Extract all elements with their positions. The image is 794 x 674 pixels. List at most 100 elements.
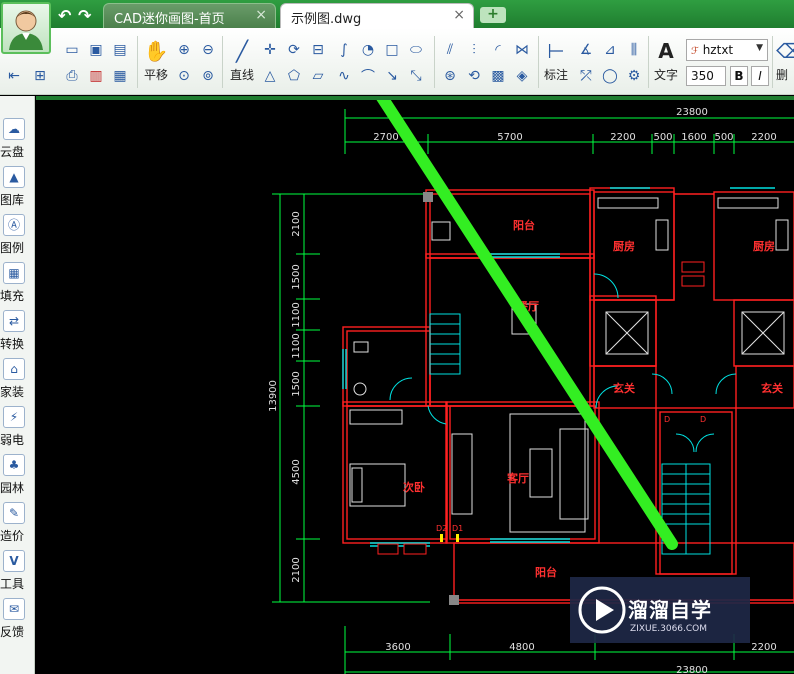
pan-button[interactable]: ✋ 平移	[140, 36, 172, 83]
dim-left-3: 1100	[291, 302, 302, 327]
trim-icon[interactable]: ⫶	[464, 40, 484, 60]
export-icon[interactable]: ▦	[110, 66, 130, 86]
doors	[389, 273, 737, 453]
arrow-line-icon[interactable]: ↘	[382, 66, 402, 86]
sidebar-item-library[interactable]: ▲ 图库	[0, 164, 35, 212]
zoom-out-icon[interactable]: ⊖	[198, 40, 218, 60]
sidebar-item-cloud[interactable]: ☁ 云盘	[0, 116, 35, 164]
import-icon[interactable]: ⊞	[30, 66, 50, 86]
rotate-icon[interactable]: ⟲	[464, 66, 484, 86]
toolbar-separator	[222, 36, 223, 88]
sidebar-item-low-voltage[interactable]: ⚡ 弱电	[0, 404, 35, 452]
avatar[interactable]	[1, 2, 51, 54]
rectangle-icon[interactable]: □	[382, 40, 402, 60]
toolbar: ⇤ ⊞ ▭ ▣ ▤ ⎙ ▥ ▦ ✋ 平移 ⊕ ⊖ ⊙ ⊚ ╱ 直线 ✛ ⟳ ⊟ …	[0, 28, 794, 95]
zoom-extents-icon[interactable]: ⊚	[198, 66, 218, 86]
sidebar-item-hatch[interactable]: ▦ 填充	[0, 260, 35, 308]
open-folder-icon[interactable]: ▭	[62, 40, 82, 60]
arc-tool-icon[interactable]: ⟳	[284, 40, 304, 60]
sidebar-item-garden[interactable]: ♣ 园林	[0, 452, 35, 500]
sidebar-item-convert[interactable]: ⇄ 转换	[0, 308, 35, 356]
app-window: ↶ ↷ CAD迷你画图-首页 × 示例图.dwg × + ⇤ ⊞ ▭ ▣ ▤ ⎙…	[0, 0, 794, 674]
drawing-canvas[interactable]: 23800 2700 5700 2200 500 1600 500 2200 1…	[36, 96, 794, 674]
room-label: 次卧	[403, 480, 425, 494]
tree-icon: ♣	[3, 454, 25, 476]
font-size-select[interactable]: 350 ▼	[686, 66, 737, 86]
mail-icon: ✉	[3, 598, 25, 620]
sidebar-item-legend[interactable]: Ⓐ 图例	[0, 212, 35, 260]
print-icon[interactable]: ⎙	[62, 66, 82, 86]
mirror-icon[interactable]: ⋈	[512, 40, 532, 60]
user-icon	[9, 10, 43, 50]
tab-home[interactable]: CAD迷你画图-首页 ×	[103, 3, 276, 28]
curve-icon[interactable]: ∫	[334, 40, 354, 60]
fillet-icon[interactable]: ◜	[488, 40, 508, 60]
text-label: 文字	[653, 68, 678, 82]
dim-left-1: 2100	[291, 211, 302, 236]
zoom-window-icon[interactable]: ⊙	[174, 66, 194, 86]
text-button[interactable]: A 文字	[650, 36, 682, 83]
dim-top-1: 2700	[373, 132, 398, 143]
italic-button[interactable]: I	[751, 66, 769, 86]
close-icon[interactable]: ×	[255, 7, 267, 23]
offset-icon[interactable]: ⫽	[440, 40, 460, 60]
aligned-dim-icon[interactable]: ⊿	[600, 40, 620, 60]
undo-icon[interactable]: ↶	[58, 6, 71, 25]
sidebar-item-label: 反馈	[0, 625, 25, 639]
delete-button[interactable]: ⌫ 删	[776, 36, 794, 83]
sidebar-item-home-decor[interactable]: ⌂ 家装	[0, 356, 35, 404]
close-icon[interactable]: ×	[453, 7, 465, 23]
fill-bucket-icon[interactable]: ◈	[512, 66, 532, 86]
toolbar-separator	[538, 36, 539, 88]
text-icon: A	[658, 39, 674, 63]
double-line-icon[interactable]: ⊟	[308, 40, 328, 60]
pdf-icon[interactable]: ▥	[86, 66, 106, 86]
redo-icon[interactable]: ↷	[78, 6, 91, 25]
settings-icon[interactable]: ⚙	[624, 66, 644, 86]
dim-top-7: 2200	[751, 132, 776, 143]
door-tag: D	[664, 415, 670, 424]
font-select[interactable]: ℱ hztxt ▼	[686, 39, 768, 61]
angle-dim-icon[interactable]: ∡	[576, 40, 596, 60]
hand-icon: ✋	[143, 39, 169, 63]
annotate-button[interactable]: ⊢ 标注	[540, 36, 572, 83]
dim-top-total: 23800	[676, 107, 708, 118]
line-button[interactable]: ╱ 直线	[226, 36, 258, 83]
save-as-icon[interactable]: ▤	[110, 40, 130, 60]
spline-icon[interactable]: ∿	[334, 66, 354, 86]
door-tag: D2	[436, 524, 447, 533]
delete-label: 删	[776, 68, 789, 82]
dim-top-3: 2200	[610, 132, 635, 143]
room-label: 阳台	[513, 218, 535, 232]
sidebar-item-tools[interactable]: V 工具	[0, 548, 35, 596]
parallelogram-icon[interactable]: ▱	[308, 66, 328, 86]
plug-icon: ⚡	[3, 406, 25, 428]
room-label: 阳台	[535, 565, 557, 579]
sidebar-item-cost[interactable]: ✎ 造价	[0, 500, 35, 548]
sidebar-item-feedback[interactable]: ✉ 反馈	[0, 596, 35, 644]
save-icon[interactable]: ▣	[86, 40, 106, 60]
triangle-icon[interactable]: △	[260, 66, 280, 86]
circle-icon[interactable]: ◔	[358, 40, 378, 60]
arrow-left-icon[interactable]: ⇤	[4, 66, 24, 86]
image-icon: ▲	[3, 166, 25, 188]
leader-icon[interactable]: ⤱	[576, 66, 596, 86]
hatch-icon[interactable]: ▩	[488, 66, 508, 86]
ellipse-icon[interactable]: ⬭	[406, 40, 426, 60]
eraser-icon: ⌫	[776, 39, 794, 63]
tab-drawing[interactable]: 示例图.dwg ×	[280, 3, 474, 28]
new-tab-button[interactable]: +	[480, 7, 506, 23]
polyline-icon[interactable]: ✛	[260, 40, 280, 60]
sidebar-item-label: 造价	[0, 529, 25, 543]
radius-dim-icon[interactable]: ◯	[600, 66, 620, 86]
scale-icon[interactable]: ⤡	[406, 66, 426, 86]
dim-bottom-2: 4800	[509, 642, 534, 653]
sidebar-item-label: 填充	[0, 289, 25, 303]
continuous-dim-icon[interactable]: ⫼	[624, 40, 644, 60]
bold-button[interactable]: B	[730, 66, 748, 86]
dimension-icon: ⊢	[547, 39, 565, 63]
pentagon-icon[interactable]: ⬠	[284, 66, 304, 86]
zoom-in-icon[interactable]: ⊕	[174, 40, 194, 60]
cloud-line-icon[interactable]: ⌒	[358, 66, 378, 86]
move-icon[interactable]: ⊛	[440, 66, 460, 86]
